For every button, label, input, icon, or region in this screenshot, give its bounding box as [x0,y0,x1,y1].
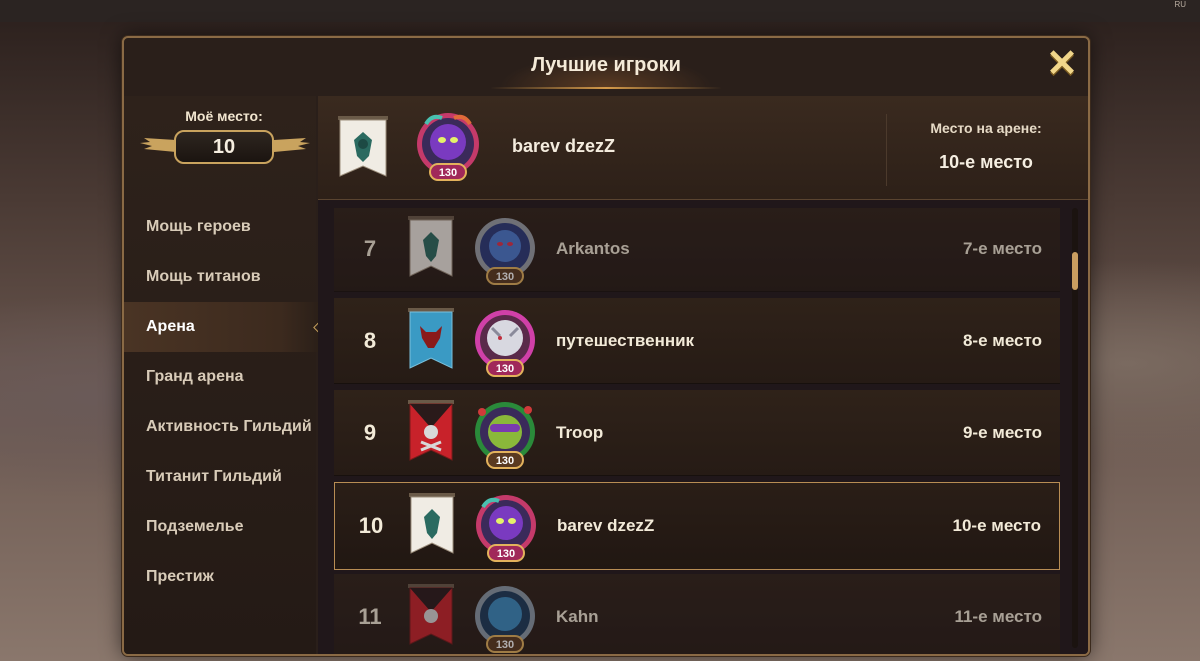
menu-item-label: Престиж [146,568,214,585]
table-row[interactable]: 8 130 путешественник 8-е место [334,298,1060,384]
rank: 8 [363,328,377,353]
panel-header: Лучшие игроки [124,38,1088,94]
wing-left-icon [140,138,176,152]
divider [886,114,887,186]
menu-item-label: Активность Гильдий [146,418,312,435]
guild-banner-icon [408,308,454,369]
rank: 9 [363,420,377,445]
player-name: Troop [556,423,604,442]
menu-item-prestige[interactable]: Престиж [124,552,320,602]
table-row[interactable]: 7 130 Arkantos 7-е место [334,208,1060,292]
leaderboard-panel: Лучшие игроки ✕ Моё место: 10 Мощь герое… [122,36,1090,656]
ranking-list[interactable]: 7 130 Arkantos 7-е место 8 130 путешеств… [334,208,1064,654]
arena-place-value: 10-е место [939,152,1033,172]
player-avatar-icon: 130 [475,586,535,653]
top-bar: RU [0,0,1200,22]
sidebar: Моё место: 10 Мощь героев Мощь титанов А… [124,96,320,654]
menu-item-label: Титанит Гильдий [146,468,282,485]
menu-item-titan-power[interactable]: Мощь титанов [124,252,320,302]
own-player-name: barev dzezZ [512,136,616,156]
own-player-row: 130 barev dzezZ Место на арене: 10-е мес… [318,96,1088,200]
menu-item-dungeon[interactable]: Подземелье [124,502,320,552]
close-button[interactable]: ✕ [1044,43,1080,85]
guild-banner-icon [408,400,454,461]
table-row-current-player[interactable]: 10 130 barev dzezZ 10-е место [334,482,1060,570]
menu-item-guild-titanite[interactable]: Титанит Гильдий [124,452,320,502]
menu-item-hero-power[interactable]: Мощь героев [124,202,320,252]
my-place-value: 10 [174,130,274,164]
rank: 10 [358,513,384,538]
level-badge: 130 [496,363,514,375]
menu-item-label: Арена [146,318,195,335]
player-avatar-icon: 130 [475,310,535,377]
player-name: Kahn [556,607,599,626]
leaderboard-content: 130 barev dzezZ Место на арене: 10-е мес… [318,96,1088,654]
menu-item-label: Мощь героев [146,218,251,235]
guild-banner-icon [409,493,455,554]
menu-item-grand-arena[interactable]: Гранд арена [124,352,320,402]
level-badge: 130 [496,455,514,467]
scrollbar[interactable] [1072,208,1078,648]
menu-item-guild-activity[interactable]: Активность Гильдий [124,402,320,452]
guild-banner-icon [408,216,454,277]
player-name: путешественник [556,331,695,350]
table-row[interactable]: 11 130 Kahn 11-е место [334,574,1060,654]
player-avatar-icon: 130 [476,495,536,562]
menu-item-label: Мощь титанов [146,268,261,285]
wing-right-icon [274,138,310,152]
rank: 11 [358,604,382,629]
level-badge: 130 [439,167,457,179]
rank: 7 [363,236,377,261]
panel-title: Лучшие игроки [491,52,721,89]
menu-item-arena[interactable]: Арена [124,302,320,352]
player-place: 7-е место [962,239,1042,258]
table-row[interactable]: 9 130 Troop 9-е место [334,390,1060,476]
close-x-icon: ✕ [1046,43,1078,85]
player-avatar-icon: 130 [417,113,479,181]
level-badge: 130 [497,548,515,560]
player-name: Arkantos [556,239,630,258]
language-indicator: RU [1174,0,1186,9]
level-badge: 130 [496,271,514,283]
arena-place-label: Место на арене: [930,120,1042,136]
guild-banner-icon [408,584,454,645]
menu-item-label: Подземелье [146,518,244,535]
player-avatar-icon: 130 [475,402,535,469]
player-place: 9-е место [962,423,1042,442]
player-place: 11-е место [954,607,1042,626]
player-place: 10-е место [952,516,1042,535]
player-avatar-icon: 130 [475,218,535,285]
player-name: barev dzezZ [557,516,655,535]
level-badge: 130 [496,639,514,651]
menu-item-label: Гранд арена [146,368,244,385]
guild-banner-icon [338,116,388,177]
scrollbar-thumb[interactable] [1072,252,1078,290]
my-place-label: Моё место: [185,108,263,124]
player-place: 8-е место [962,331,1042,350]
category-menu: Мощь героев Мощь титанов Арена Гранд аре… [124,202,320,602]
